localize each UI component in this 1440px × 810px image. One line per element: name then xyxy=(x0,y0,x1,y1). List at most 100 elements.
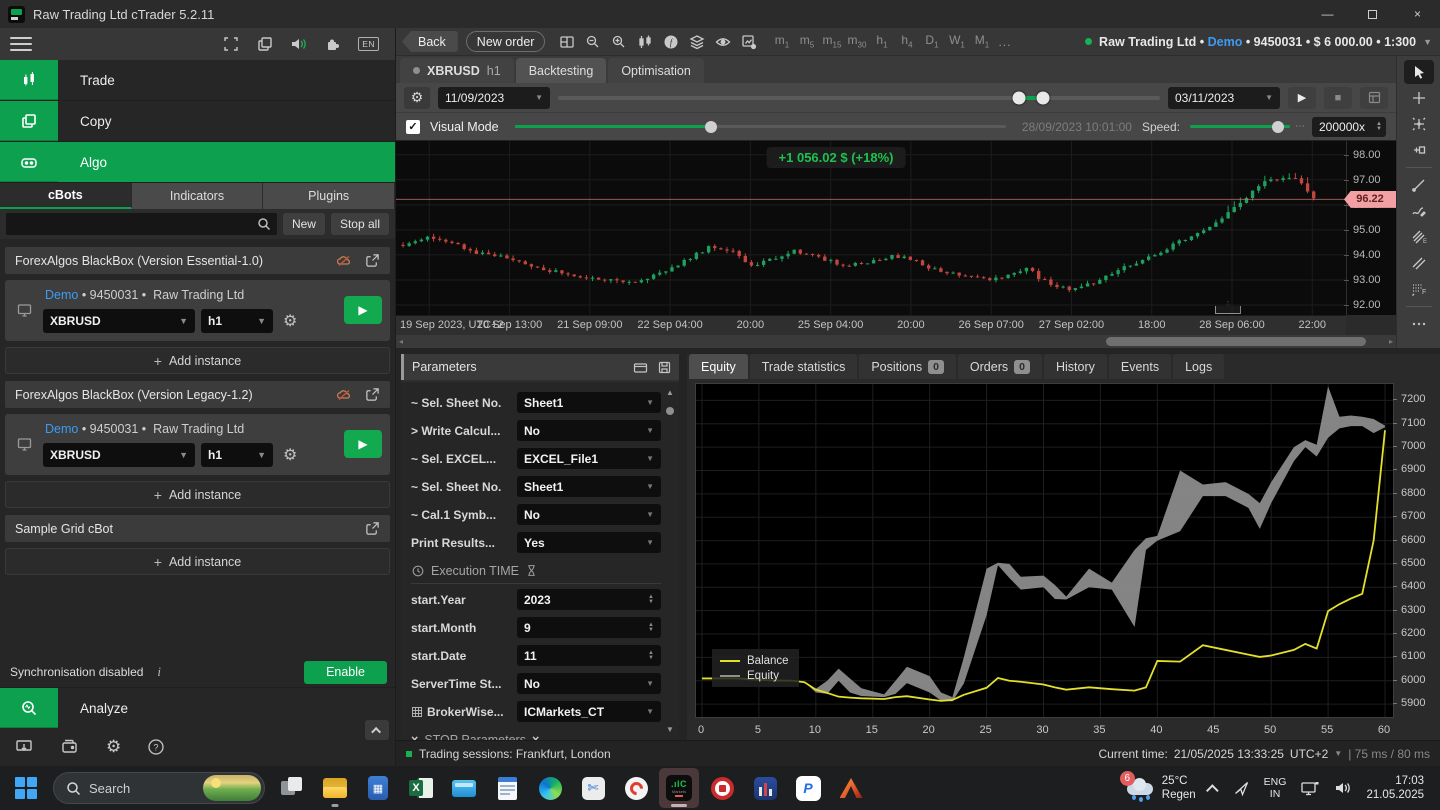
symbol-select[interactable]: XBRUSD ▼ xyxy=(43,309,195,333)
speed-slider[interactable]: ⋯ xyxy=(1190,120,1305,133)
timezone-selector[interactable]: UTC+2 xyxy=(1290,747,1328,761)
functions-icon[interactable]: f xyxy=(659,31,683,53)
cloud-off-icon[interactable] xyxy=(335,387,353,403)
new-cbot-button[interactable]: New xyxy=(282,213,325,235)
pattern-f-tool[interactable]: F xyxy=(1404,277,1434,301)
chart-horizontal-scrollbar[interactable]: ◂ ▸ xyxy=(396,335,1396,348)
taskbar-search[interactable]: Search xyxy=(53,772,265,804)
cloud-off-icon[interactable] xyxy=(335,253,353,269)
taskbar-app-snipping-tool[interactable]: ✄ xyxy=(573,768,613,808)
crosshair-tool[interactable] xyxy=(1404,86,1434,110)
wallet-icon[interactable] xyxy=(60,738,80,756)
taskbar-app-matlab[interactable] xyxy=(831,768,871,808)
speed-value-stepper[interactable]: 200000x ▲ ▼ xyxy=(1312,116,1386,137)
speed-handle[interactable] xyxy=(1272,120,1284,133)
progress-handle[interactable] xyxy=(705,120,718,133)
taskbar-app-excel[interactable]: X xyxy=(401,768,441,808)
backtest-range-slider[interactable] xyxy=(558,91,1160,104)
play-button[interactable]: ▶ xyxy=(1288,86,1316,109)
tab-plugins[interactable]: Plugins xyxy=(263,183,396,209)
square-target-tool[interactable] xyxy=(1404,138,1434,162)
equity-chart[interactable]: Balance Equity 5900 6000 6100 6200 6300 6400 6… xyxy=(687,379,1440,740)
param-select[interactable]: No ▼ xyxy=(517,420,661,441)
timeframe-m5[interactable]: m5 xyxy=(796,33,817,49)
taskbar-app-notepad[interactable] xyxy=(487,768,527,808)
eye-icon[interactable] xyxy=(711,31,735,53)
candlestick-chart[interactable]: 98.0097.0096.0095.0094.0093.0092.00 +1 0… xyxy=(396,141,1396,315)
account-selector[interactable]: Raw Trading Ltd • Demo • 9450031 • $ 6 0… xyxy=(1085,35,1432,49)
layers-icon[interactable] xyxy=(685,31,709,53)
scroll-left-icon[interactable]: ◂ xyxy=(399,337,403,346)
range-handle-end[interactable] xyxy=(1036,91,1050,104)
settings-gear-icon[interactable]: ⚙ xyxy=(106,737,121,757)
param-section[interactable]: Execution TIME xyxy=(411,558,661,584)
taskbar-app-file-explorer[interactable] xyxy=(315,768,355,808)
save-parameters-icon[interactable] xyxy=(658,361,671,374)
symbol-select[interactable]: XBRUSD ▼ xyxy=(43,443,195,467)
tab-indicators[interactable]: Indicators xyxy=(131,183,264,209)
end-date-picker[interactable]: 03/11/2023 ▼ xyxy=(1168,86,1280,109)
collapse-sidebar-button[interactable] xyxy=(365,720,389,740)
param-select[interactable]: Sheet1 ▼ xyxy=(517,476,661,497)
help-icon[interactable]: ? xyxy=(147,738,165,756)
add-instance-button[interactable]: + Add instance xyxy=(5,481,390,508)
maximize-button[interactable] xyxy=(1350,0,1395,28)
cbot-instance-card[interactable]: Demo • 9450031 • Raw Trading Ltd XBRUSD ▼… xyxy=(5,280,390,341)
search-highlight-thumbnail[interactable] xyxy=(203,775,261,801)
crosshair-alt-tool[interactable] xyxy=(1404,112,1434,136)
more-dots-tool[interactable] xyxy=(1404,312,1434,336)
tab-optimisation[interactable]: Optimisation xyxy=(608,58,704,83)
info-icon[interactable]: i xyxy=(157,664,161,680)
language-selector[interactable]: EN xyxy=(358,37,379,51)
timeframe-D1[interactable]: D1 xyxy=(921,33,942,49)
weather-widget[interactable]: 6 25°C Regen xyxy=(1119,771,1196,802)
tab-history[interactable]: History xyxy=(1043,354,1107,379)
instance-settings-icon[interactable]: ⚙ xyxy=(283,445,297,465)
zoom-in-icon[interactable] xyxy=(607,31,631,53)
taskbar-clock[interactable]: 17:03 21.05.2025 xyxy=(1366,774,1424,802)
taskbar-app-calculator[interactable]: ▦ xyxy=(358,768,398,808)
tab-events[interactable]: Events xyxy=(1108,354,1172,379)
param-select[interactable]: No ▼ xyxy=(517,673,661,694)
stop-button[interactable]: ■ xyxy=(1324,86,1352,109)
visual-mode-checkbox[interactable]: ✓ xyxy=(406,119,420,134)
range-handle-start[interactable] xyxy=(1012,91,1026,104)
zoom-out-icon[interactable] xyxy=(581,31,605,53)
report-button[interactable] xyxy=(1360,86,1388,109)
taskbar-app-icmarkets[interactable]: .ılC Markets xyxy=(659,768,699,808)
chart-settings-icon[interactable] xyxy=(737,31,761,53)
cbot-header[interactable]: Sample Grid cBot xyxy=(5,515,390,542)
instance-settings-icon[interactable]: ⚙ xyxy=(283,311,297,331)
param-select[interactable]: No ▼ xyxy=(517,504,661,525)
start-cbot-button[interactable]: ▶ xyxy=(344,430,382,458)
sidebar-item-trade[interactable]: Trade xyxy=(0,60,395,101)
param-select[interactable]: EXCEL_File1 ▼ xyxy=(517,448,661,469)
timeframe-W1[interactable]: W1 xyxy=(946,33,967,49)
param-number-input[interactable]: 9 ▲ ▼ xyxy=(517,617,661,638)
deposit-icon[interactable] xyxy=(14,738,34,756)
close-button[interactable]: × xyxy=(1395,0,1440,28)
tab-symbol[interactable]: XBRUSD h1 xyxy=(400,58,514,83)
timeframe-select[interactable]: h1 ▼ xyxy=(201,309,273,333)
plugins-icon[interactable] xyxy=(324,35,342,53)
param-select[interactable]: Sheet1 ▼ xyxy=(517,392,661,413)
tab-cbots[interactable]: cBots xyxy=(0,183,132,209)
channel-tool[interactable] xyxy=(1404,251,1434,275)
taskbar-app-edge[interactable] xyxy=(530,768,570,808)
hidden-icons-chevron[interactable] xyxy=(1205,783,1219,797)
start-cbot-button[interactable]: ▶ xyxy=(344,296,382,324)
cbot-header[interactable]: ForexAlgos BlackBox (Version Legacy-1.2) xyxy=(5,381,390,408)
add-instance-button[interactable]: + Add instance xyxy=(5,548,390,575)
tab-backtesting[interactable]: Backtesting xyxy=(515,58,607,83)
taskbar-app-sap[interactable] xyxy=(702,768,742,808)
scrollbar-thumb[interactable] xyxy=(1106,337,1366,346)
cursor-tool[interactable] xyxy=(1403,60,1434,84)
param-section[interactable]: × STOP Parameters × xyxy=(411,727,661,741)
start-button[interactable] xyxy=(6,768,46,808)
load-parameters-icon[interactable] xyxy=(633,361,648,374)
back-button[interactable]: Back xyxy=(402,31,458,52)
backtest-settings-button[interactable]: ⚙ xyxy=(404,86,430,109)
taskbar-app-stocks[interactable] xyxy=(745,768,785,808)
open-in-editor-icon[interactable] xyxy=(365,387,380,402)
scroll-right-icon[interactable]: ▸ xyxy=(1389,337,1393,346)
